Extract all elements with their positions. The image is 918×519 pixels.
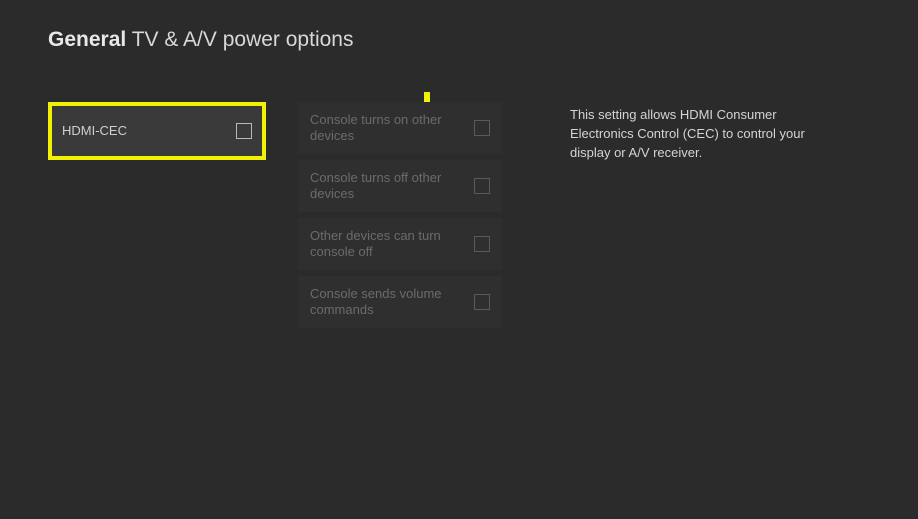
page-header: General TV & A/V power options: [0, 0, 918, 52]
checkbox-icon: [474, 294, 490, 310]
option-label: HDMI-CEC: [62, 123, 135, 139]
option-label: Console turns on other devices: [310, 112, 474, 145]
option-hdmi-cec[interactable]: HDMI-CEC: [48, 102, 266, 160]
checkbox-icon: [474, 236, 490, 252]
page-title: General TV & A/V power options: [48, 28, 870, 52]
checkbox-icon: [236, 123, 252, 139]
checkbox-icon: [474, 178, 490, 194]
checkbox-icon: [474, 120, 490, 136]
header-subtitle: TV & A/V power options: [132, 28, 354, 51]
option-console-sends-volume[interactable]: Console sends volume commands: [298, 276, 502, 328]
highlight-marker-icon: [424, 92, 430, 102]
content: HDMI-CEC Console turns on other devices …: [0, 52, 918, 334]
header-section: General: [48, 28, 126, 51]
column-middle: Console turns on other devices Console t…: [298, 102, 502, 334]
option-label: Other devices can turn console off: [310, 228, 474, 261]
option-console-turns-off-other[interactable]: Console turns off other devices: [298, 160, 502, 212]
setting-description: This setting allows HDMI Consumer Electr…: [570, 106, 830, 163]
option-other-devices-turn-console-off[interactable]: Other devices can turn console off: [298, 218, 502, 270]
column-left: HDMI-CEC: [48, 102, 266, 334]
option-label: Console sends volume commands: [310, 286, 474, 319]
column-right: This setting allows HDMI Consumer Electr…: [534, 102, 870, 334]
option-console-turns-on-other[interactable]: Console turns on other devices: [298, 102, 502, 154]
option-label: Console turns off other devices: [310, 170, 474, 203]
